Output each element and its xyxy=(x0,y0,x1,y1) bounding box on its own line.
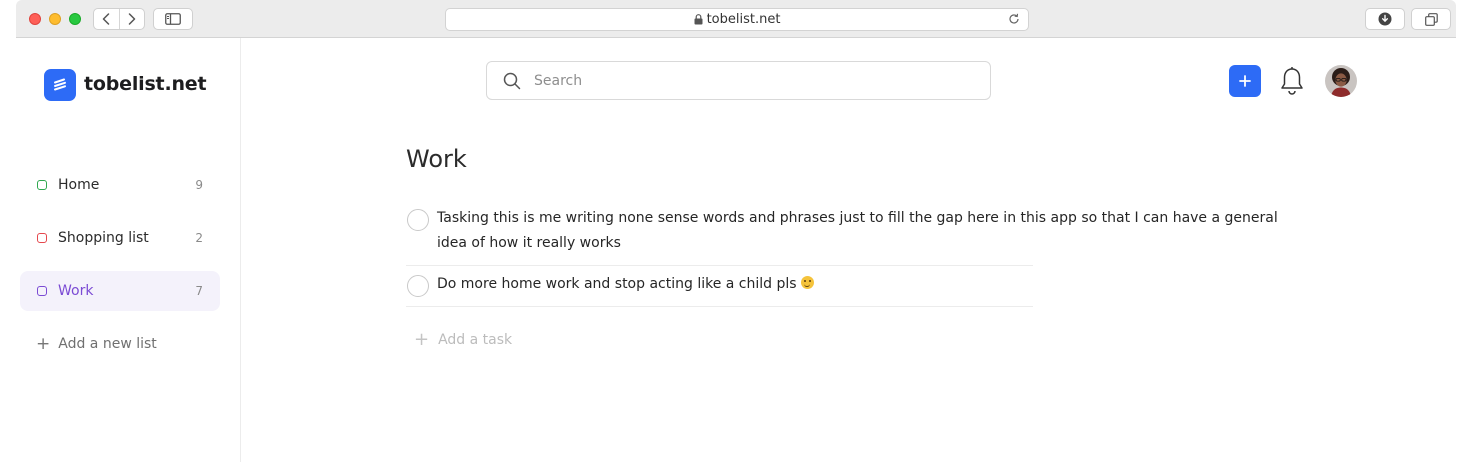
sidebar: tobelist.net Home 9 Shopping list 2 Work… xyxy=(16,38,241,462)
sidebar-item-count: 7 xyxy=(195,284,203,298)
plus-icon: + xyxy=(414,329,430,350)
task-item: Do more home work and stop acting like a… xyxy=(406,266,1033,307)
url-text: tobelist.net xyxy=(706,12,781,27)
add-list-button[interactable]: + Add a new list xyxy=(36,334,157,354)
search-input[interactable] xyxy=(534,72,954,89)
maximize-window-button[interactable] xyxy=(69,13,81,25)
sidebar-toggle-button[interactable] xyxy=(153,8,193,30)
task-item: Tasking this is me writing none sense wo… xyxy=(406,203,1278,266)
close-window-button[interactable] xyxy=(29,13,41,25)
tabs-icon xyxy=(1424,12,1438,26)
search-icon xyxy=(503,72,521,90)
downloads-button[interactable] xyxy=(1365,8,1405,30)
page-title: Work xyxy=(406,145,467,173)
sidebar-item-shopping-list[interactable]: Shopping list 2 xyxy=(20,218,220,258)
back-button[interactable] xyxy=(94,9,119,29)
avatar[interactable] xyxy=(1325,65,1357,97)
sidebar-item-work[interactable]: Work 7 xyxy=(20,271,220,311)
download-icon xyxy=(1378,12,1392,26)
plus-icon xyxy=(1239,75,1251,87)
smiling-face-icon xyxy=(800,276,814,289)
sidebar-item-label: Work xyxy=(58,283,94,299)
sidebar-item-count: 2 xyxy=(195,231,203,245)
browser-window: tobelist.net tobelist.net Home 9 Shoppin… xyxy=(16,0,1456,462)
add-task-button[interactable]: + Add a task xyxy=(414,329,512,350)
add-list-label: Add a new list xyxy=(58,336,157,352)
address-bar[interactable]: tobelist.net xyxy=(445,8,1029,31)
search-box xyxy=(486,61,991,100)
plus-icon: + xyxy=(36,334,51,354)
app-logo-icon[interactable] xyxy=(44,69,76,101)
sidebar-item-count: 9 xyxy=(195,178,203,192)
task-text-line: Do more home work and stop acting like a… xyxy=(437,272,1307,297)
lock-icon xyxy=(694,14,703,25)
add-task-label: Add a task xyxy=(438,331,513,348)
list-color-dot xyxy=(37,233,47,243)
sidebar-item-label: Shopping list xyxy=(58,230,149,246)
reload-icon[interactable] xyxy=(1008,13,1020,29)
tab-overview-button[interactable] xyxy=(1411,8,1451,30)
sidebar-item-label: Home xyxy=(58,177,100,193)
task-checkbox[interactable] xyxy=(407,275,429,297)
sidebar-item-home[interactable]: Home 9 xyxy=(20,165,220,205)
chevron-right-icon xyxy=(128,13,136,25)
add-button[interactable] xyxy=(1229,65,1261,97)
list-color-dot xyxy=(37,180,47,190)
brand-name: tobelist.net xyxy=(84,73,207,95)
forward-button[interactable] xyxy=(118,9,144,29)
task-text: Tasking this is me writing none sense wo… xyxy=(437,210,1278,251)
browser-toolbar: tobelist.net xyxy=(16,0,1456,38)
task-text: Do more home work and stop acting like a… xyxy=(437,276,797,292)
list-color-dot xyxy=(37,286,47,296)
minimize-window-button[interactable] xyxy=(49,13,61,25)
task-checkbox[interactable] xyxy=(407,209,429,231)
bell-icon[interactable] xyxy=(1279,66,1305,100)
sidebar-icon xyxy=(165,13,181,25)
history-nav xyxy=(93,8,145,30)
chevron-left-icon xyxy=(103,13,110,25)
